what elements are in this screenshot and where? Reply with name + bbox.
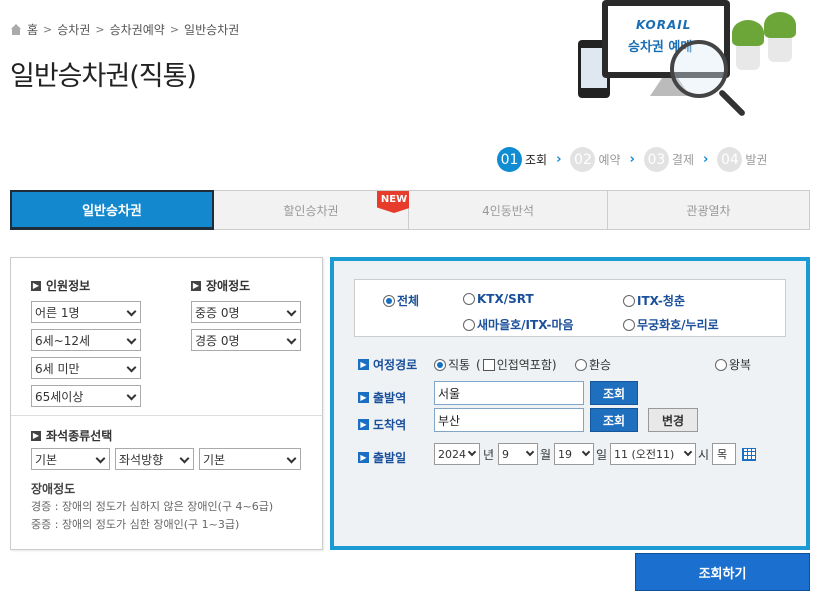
- arrival-search-button[interactable]: 조회: [590, 408, 638, 432]
- round-trip-radio[interactable]: 왕복: [715, 356, 751, 373]
- chevron-down-icon: [683, 447, 693, 457]
- breadcrumb: 홈 > 승차권 > 승차권예약 > 일반승차권: [10, 21, 239, 38]
- checkbox: [482, 358, 495, 371]
- arrow-right-icon: ▶: [358, 452, 369, 463]
- train-type-box: 전체 KTX/SRT ITX-청춘 새마을호/ITX-마음 무궁화호/누리로: [354, 279, 786, 337]
- note-title: 장애정도: [31, 482, 76, 496]
- seat-position-select[interactable]: 기본: [199, 448, 301, 470]
- arrival-label: ▶ 도착역: [358, 416, 406, 433]
- disability-heading: ▶ 장애정도: [191, 279, 251, 293]
- chevron-down-icon: [467, 447, 477, 457]
- day-select[interactable]: 19: [554, 443, 594, 465]
- divider: [11, 415, 322, 416]
- train-type-all-radio[interactable]: 전체: [383, 292, 419, 309]
- hour-select[interactable]: 11 (오전11): [610, 443, 696, 465]
- chevron-right-icon: >: [169, 23, 180, 36]
- arrow-right-icon: ▶: [358, 359, 369, 370]
- route-direct-radio[interactable]: 직통: [434, 356, 470, 373]
- passenger-panel: ▶ 인원정보 ▶ 장애정도 어른 1명 중증 0명 6세~12세 경증 0명 6…: [10, 257, 323, 550]
- page-title: 일반승차권(직통): [10, 61, 197, 92]
- senior-select[interactable]: 65세이상: [31, 385, 141, 407]
- calendar-icon[interactable]: [742, 448, 756, 461]
- search-panel: 전체 KTX/SRT ITX-청춘 새마을호/ITX-마음 무궁화호/누리로 ▶…: [330, 257, 810, 550]
- new-badge: NEW: [377, 191, 411, 213]
- chevron-right-icon: ›: [629, 152, 635, 167]
- chevron-right-icon: >: [95, 23, 105, 36]
- chevron-down-icon: [126, 306, 137, 317]
- chevron-right-icon: ›: [556, 152, 562, 167]
- month-select[interactable]: 9: [498, 443, 538, 465]
- breadcrumb-home[interactable]: 홈: [27, 21, 38, 38]
- seat-type-heading: ▶ 좌석종류선택: [31, 429, 113, 443]
- chevron-right-icon: ›: [703, 152, 709, 167]
- plant-icon: [732, 20, 764, 70]
- nearby-station-checkbox[interactable]: (인접역포함): [476, 356, 557, 373]
- progress-steps: 01 조회 › 02 예약 › 03 결제 › 04 발권: [497, 147, 767, 172]
- seat-direction-select[interactable]: 좌석방향: [115, 448, 194, 470]
- arrow-right-icon: ▶: [358, 392, 369, 403]
- step-issue: 04 발권: [717, 147, 767, 172]
- mild-disability-select[interactable]: 경증 0명: [191, 329, 301, 351]
- search-submit-button[interactable]: 조회하기: [635, 553, 810, 591]
- tab-general[interactable]: 일반승차권: [10, 190, 214, 230]
- breadcrumb-ticket[interactable]: 승차권: [57, 21, 90, 38]
- swap-stations-button[interactable]: 변경: [648, 408, 698, 432]
- arrow-right-icon: ▶: [31, 430, 41, 441]
- infant-select[interactable]: 6세 미만: [31, 357, 141, 379]
- arrow-right-icon: ▶: [31, 280, 41, 291]
- arrow-right-icon: ▶: [358, 419, 369, 430]
- chevron-down-icon: [581, 447, 591, 457]
- year-select[interactable]: 2024: [434, 443, 480, 465]
- route-label: ▶ 여정경로: [358, 356, 417, 373]
- child-select[interactable]: 6세~12세: [31, 329, 141, 351]
- chevron-down-icon: [286, 453, 297, 464]
- step-payment: 03 결제: [643, 147, 694, 172]
- chevron-right-icon: >: [43, 23, 53, 36]
- tab-discount[interactable]: 할인승차권 NEW: [214, 190, 411, 230]
- chevron-down-icon: [525, 447, 535, 457]
- breadcrumb-current: 일반승차권: [184, 23, 240, 37]
- home-icon[interactable]: [10, 24, 22, 35]
- passenger-heading: ▶ 인원정보: [31, 279, 91, 293]
- severe-disability-select[interactable]: 중증 0명: [191, 301, 301, 323]
- weekday-display: 목: [712, 443, 736, 465]
- plant-icon: [764, 12, 796, 62]
- korail-logo: KORAIL: [636, 18, 692, 32]
- korail-banner: KORAIL 승차권 예매: [570, 0, 823, 118]
- chevron-down-icon: [126, 362, 137, 373]
- note-mild: 경증 : 장애의 정도가 심하지 않은 장애인(구 4~6급): [31, 500, 274, 513]
- breadcrumb-reservation[interactable]: 승차권예약: [110, 21, 165, 38]
- arrival-input[interactable]: 부산: [434, 408, 584, 432]
- tab-tour-train[interactable]: 관광열차: [608, 190, 810, 230]
- chevron-down-icon: [286, 334, 297, 345]
- magnifier-icon: [670, 40, 728, 98]
- train-type-ktx-radio[interactable]: KTX/SRT: [463, 292, 534, 306]
- chevron-down-icon: [95, 453, 106, 464]
- departure-search-button[interactable]: 조회: [590, 381, 638, 405]
- step-search: 01 조회: [497, 147, 547, 172]
- adult-select[interactable]: 어른 1명: [31, 301, 141, 323]
- departure-label: ▶ 출발역: [358, 389, 406, 406]
- arrow-right-icon: ▶: [191, 280, 201, 291]
- note-severe: 중증 : 장애의 정도가 심한 장애인(구 1~3급): [31, 518, 240, 531]
- chevron-down-icon: [286, 306, 297, 317]
- train-type-saemaeul-radio[interactable]: 새마을호/ITX-마음: [463, 316, 574, 333]
- ticket-tabs: 일반승차권 할인승차권 NEW 4인동반석 관광열차: [10, 190, 810, 230]
- train-type-itx-radio[interactable]: ITX-청춘: [623, 292, 685, 309]
- chevron-down-icon: [179, 453, 190, 464]
- step-reserve: 02 예약: [570, 147, 621, 172]
- route-transfer-radio[interactable]: 환승: [575, 356, 611, 373]
- train-type-mugunghwa-radio[interactable]: 무궁화호/누리로: [623, 316, 719, 333]
- date-label: ▶ 출발일: [358, 449, 406, 466]
- seat-type-select[interactable]: 기본: [31, 448, 110, 470]
- chevron-down-icon: [126, 334, 137, 345]
- tab-family-seat[interactable]: 4인동반석: [409, 190, 608, 230]
- departure-input[interactable]: 서울: [434, 381, 584, 405]
- chevron-down-icon: [126, 390, 137, 401]
